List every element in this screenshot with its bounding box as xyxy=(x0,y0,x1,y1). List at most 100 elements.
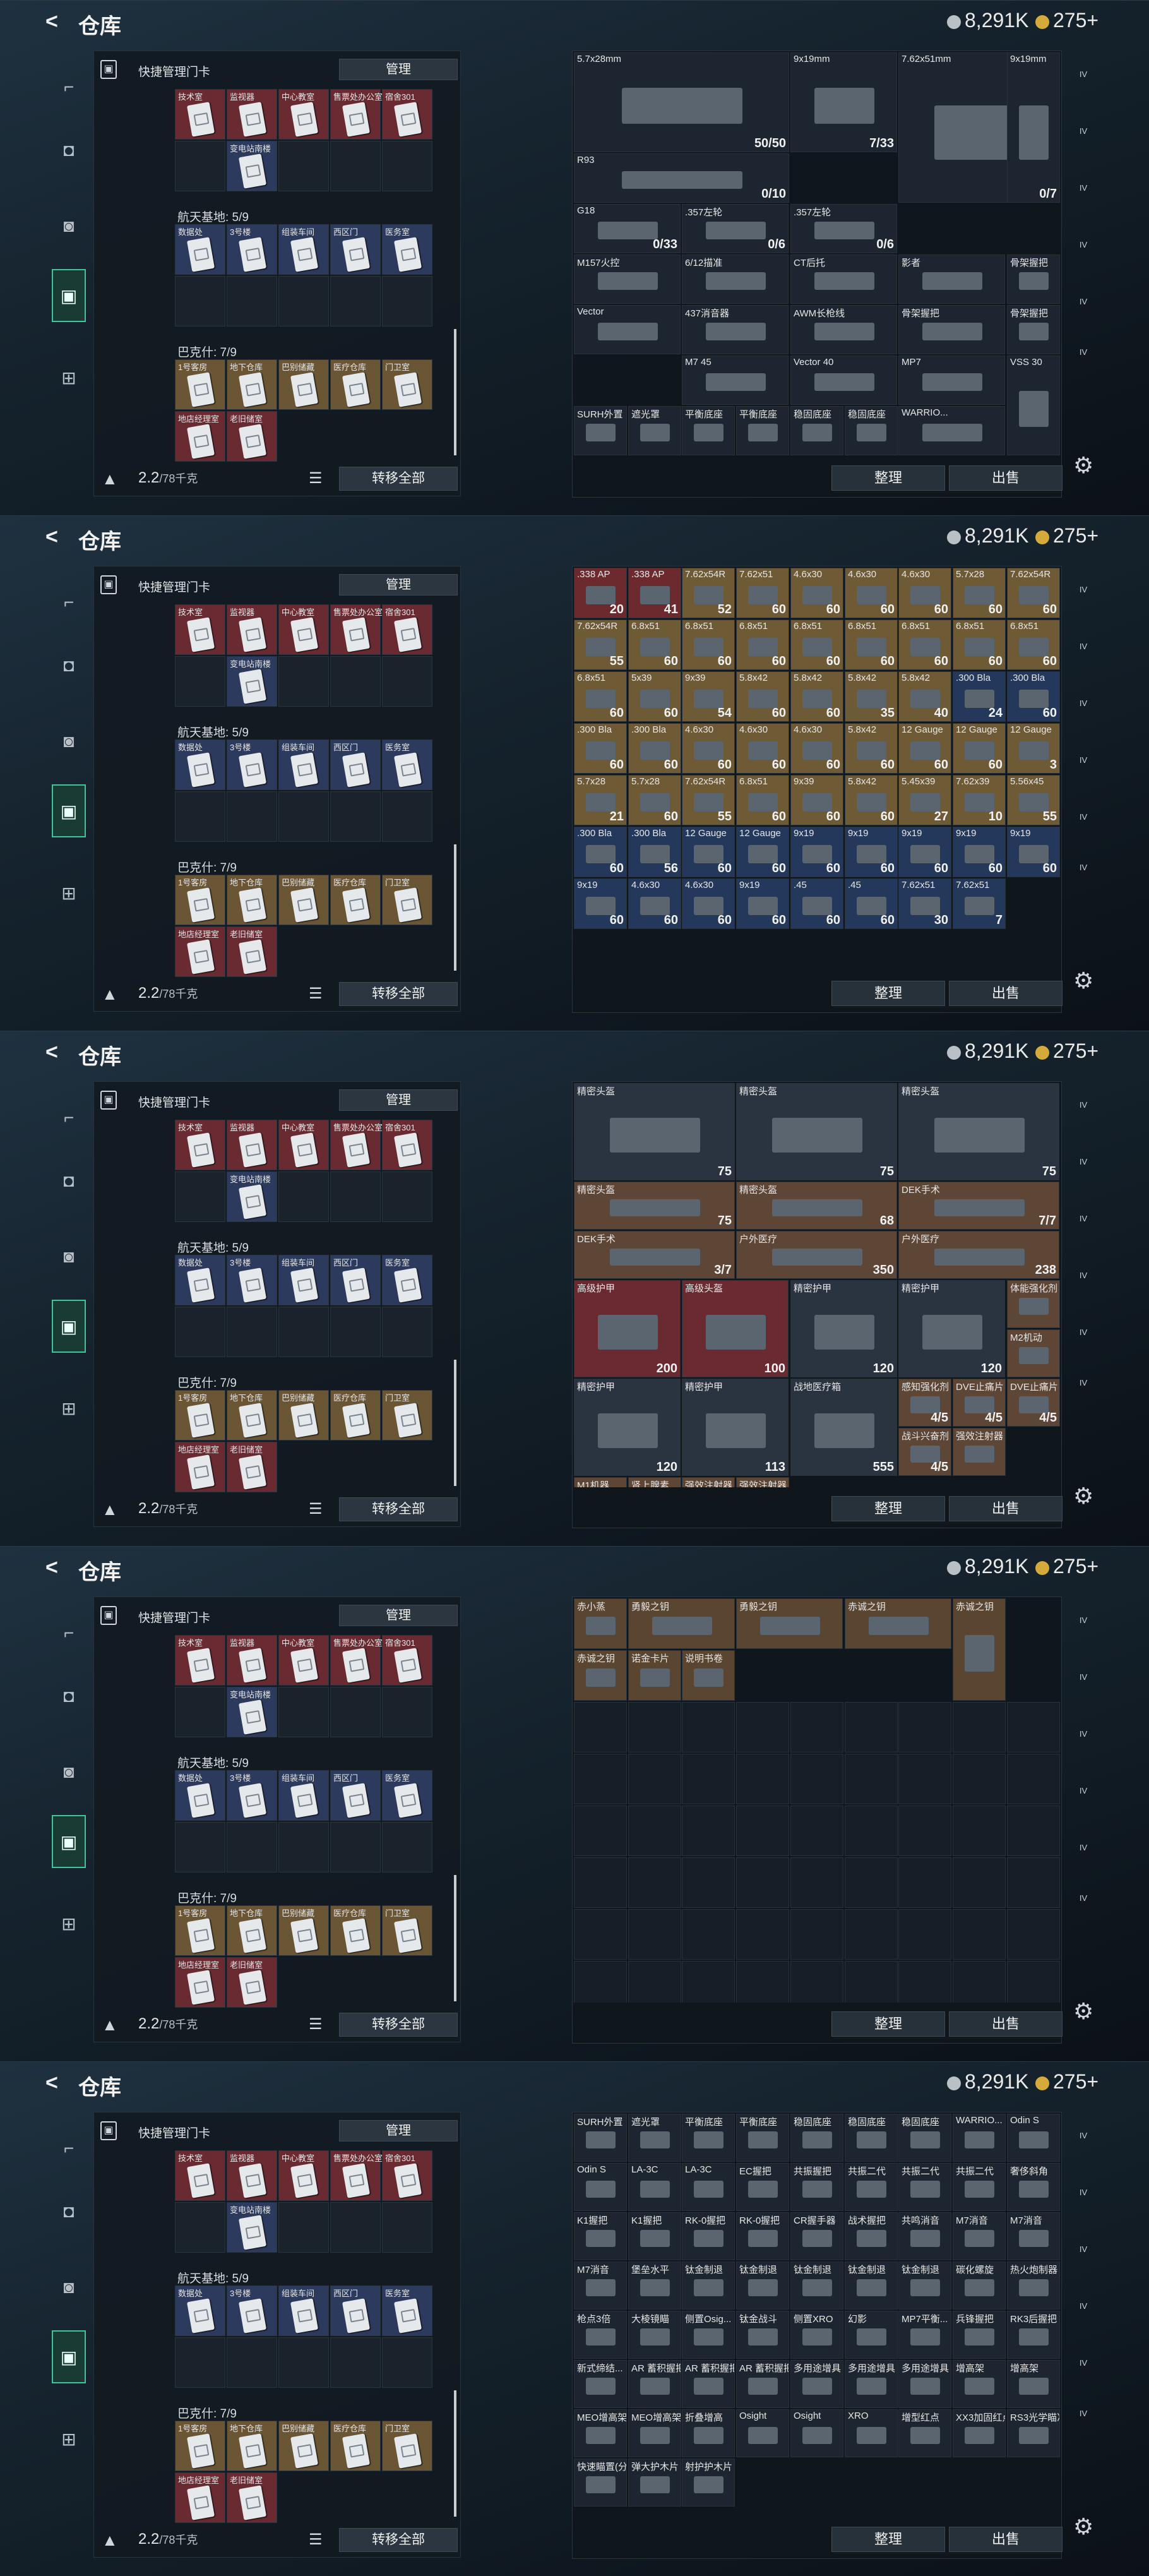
attachment-item[interactable]: 弹大护木片 xyxy=(628,2459,681,2507)
container-tab[interactable]: IV xyxy=(1066,1786,1101,1831)
attachment-item[interactable]: 钛金制退 xyxy=(790,2261,843,2309)
lock-icon[interactable]: ▲ xyxy=(102,1500,118,1519)
keycard-slot[interactable]: 宿舍301 xyxy=(382,2150,432,2201)
ammo-item[interactable]: 5.8x42 40 xyxy=(898,671,951,722)
container-tab[interactable]: IV xyxy=(1066,240,1101,285)
container-tab[interactable]: IV xyxy=(1066,642,1101,687)
attachment-item[interactable]: 大棱镜瞄 xyxy=(628,2311,681,2359)
ammo-item[interactable]: 6.8x51 60 xyxy=(790,620,843,670)
ammo-item[interactable]: 5.8x42 60 xyxy=(845,723,898,774)
weapon-item[interactable]: .357左轮 0/6 xyxy=(790,204,897,253)
weapon-item[interactable]: 5.7x28mm 50/50 xyxy=(574,52,789,152)
weapon-item[interactable]: 6/12描准 xyxy=(682,255,789,304)
attachment-item[interactable]: 幻影 xyxy=(845,2311,898,2359)
lock-icon[interactable]: ▲ xyxy=(102,985,118,1004)
gear-item[interactable]: M1机器 xyxy=(574,1477,627,1487)
keycard-slot[interactable]: 中心教室 xyxy=(278,604,329,655)
sell-button[interactable]: 出售 xyxy=(949,2011,1063,2037)
list-icon[interactable]: ☰ xyxy=(309,2015,323,2034)
gear-item[interactable]: M2机动 xyxy=(1007,1329,1060,1377)
keycard-slot[interactable]: 医疗仓库 xyxy=(330,1905,381,1956)
keycard-slot[interactable]: 地下仓库 xyxy=(227,1905,277,1956)
gear-item[interactable]: 感知强化剂 4/5 xyxy=(898,1379,951,1427)
attachment-item[interactable]: MEO增高架 xyxy=(574,2409,627,2457)
attachment-item[interactable]: M7消音 xyxy=(1007,2212,1060,2260)
attachment-item[interactable]: 稳固底座 xyxy=(845,2114,898,2162)
keycard-slot[interactable]: 老旧储室 xyxy=(227,2472,277,2523)
toolbox-icon[interactable]: ⊞ xyxy=(52,2412,86,2465)
sell-button[interactable]: 出售 xyxy=(949,465,1063,491)
ammo-item[interactable]: .300 Bla 60 xyxy=(574,827,627,877)
ammo-item[interactable]: 5.8x42 60 xyxy=(845,775,898,825)
lock-icon[interactable]: ▲ xyxy=(102,469,118,489)
keycard-slot[interactable]: 地店经理室 xyxy=(175,926,225,977)
weapon-item[interactable]: VSS 30 xyxy=(1007,356,1060,455)
ammo-item[interactable]: 6.8x51 60 xyxy=(682,620,735,670)
attachment-item[interactable]: 射护护木片 xyxy=(682,2459,735,2507)
attachment-item[interactable]: 共振握把 xyxy=(790,2163,843,2211)
attachment-item[interactable]: 钛金战斗 xyxy=(736,2311,789,2359)
scrollbar-thumb[interactable] xyxy=(454,329,456,455)
container-tab[interactable]: IV xyxy=(1066,1729,1101,1775)
weapon-item[interactable]: 遮光罩 xyxy=(628,406,681,455)
gear-item[interactable]: 精密护甲 120 xyxy=(790,1280,897,1377)
key-item[interactable]: 勇毅之钥 xyxy=(628,1598,735,1649)
helmet-icon[interactable]: ◘ xyxy=(52,124,86,177)
attachment-item[interactable]: 钛金制退 xyxy=(736,2261,789,2309)
ammo-item[interactable]: 4.6x30 60 xyxy=(682,723,735,774)
ammo-item[interactable]: 5.45x39 27 xyxy=(898,775,951,825)
settings-gear-icon[interactable]: ⚙ xyxy=(1073,967,1093,994)
keycard-slot[interactable]: 门卫室 xyxy=(382,2421,432,2471)
keycard-slot[interactable]: 门卫室 xyxy=(382,359,432,410)
list-icon[interactable]: ☰ xyxy=(309,469,323,488)
ammo-item[interactable]: .300 Bla 60 xyxy=(628,723,681,774)
bag-icon[interactable]: ◙ xyxy=(52,715,86,768)
attachment-item[interactable]: 堡垒水平 xyxy=(628,2261,681,2309)
container-tab[interactable]: IV xyxy=(1066,1893,1101,1939)
ammo-item[interactable]: 7.62x51 60 xyxy=(736,568,789,618)
toolbox-icon[interactable]: ⊞ xyxy=(52,866,86,920)
ammo-item[interactable]: 9x19 60 xyxy=(790,827,843,877)
keycard-slot[interactable]: 3号楼 xyxy=(227,2285,277,2336)
container-tab[interactable]: IV xyxy=(1066,812,1101,858)
keycard-slot[interactable]: 巴别储藏 xyxy=(278,2421,329,2471)
back-arrow-icon[interactable]: < xyxy=(45,1557,67,1578)
weapon-item[interactable]: M7 45 xyxy=(682,356,789,405)
attachment-item[interactable]: XX3加固红点 xyxy=(953,2409,1006,2457)
weapon-item[interactable]: 平衡底座 xyxy=(736,406,789,455)
ammo-item[interactable]: 9x19 60 xyxy=(845,827,898,877)
keycard-slot[interactable]: 3号楼 xyxy=(227,224,277,275)
ammo-item[interactable]: .300 Bla 24 xyxy=(953,671,1006,722)
ammo-item[interactable]: 12 Gauge 60 xyxy=(682,827,735,877)
attachment-item[interactable]: RK-0握把 xyxy=(682,2212,735,2260)
attachment-item[interactable]: RK3后握把 xyxy=(1007,2311,1060,2359)
keycard-slot[interactable]: 监视器 xyxy=(227,1120,277,1170)
keycard-slot[interactable]: 组装车间 xyxy=(278,740,329,790)
gear-item[interactable]: 体能强化剂 xyxy=(1007,1280,1060,1328)
keycard-slot[interactable]: 1号客房 xyxy=(175,359,225,410)
gold-balance[interactable]: 275+ xyxy=(1035,9,1098,32)
keycard-slot[interactable]: 技术室 xyxy=(175,89,225,140)
ammo-item[interactable]: 5.8x42 60 xyxy=(790,671,843,722)
key-item[interactable]: 赤诚之钥 xyxy=(845,1598,951,1649)
attachment-item[interactable]: AR 蓄积握把 xyxy=(682,2360,735,2408)
attachment-item[interactable]: LA-3C xyxy=(628,2163,681,2211)
gear-item[interactable]: 精密护甲 120 xyxy=(574,1379,681,1476)
attachment-item[interactable]: 共鸣消音 xyxy=(898,2212,951,2260)
keycard-slot[interactable]: 1号客房 xyxy=(175,1905,225,1956)
back-arrow-icon[interactable]: < xyxy=(45,11,67,32)
ammo-item[interactable]: 6.8x51 60 xyxy=(736,775,789,825)
keycard-icon[interactable]: ▣ xyxy=(52,1815,86,1868)
container-tab[interactable]: IV xyxy=(1066,1214,1101,1259)
bag-icon[interactable]: ◙ xyxy=(52,200,86,253)
attachment-item[interactable]: 奢侈斜角 xyxy=(1007,2163,1060,2211)
keycard-slot[interactable]: 变电站南楼 xyxy=(227,2202,277,2253)
keycard-slot[interactable]: 技术室 xyxy=(175,1635,225,1686)
settings-gear-icon[interactable]: ⚙ xyxy=(1073,1998,1093,2025)
attachment-item[interactable]: 折叠增高 xyxy=(682,2409,735,2457)
settings-gear-icon[interactable]: ⚙ xyxy=(1073,1483,1093,1509)
keycard-slot[interactable]: 监视器 xyxy=(227,89,277,140)
keycard-slot[interactable]: 门卫室 xyxy=(382,1905,432,1956)
ammo-item[interactable]: 7.62x54R 55 xyxy=(682,775,735,825)
attachment-item[interactable]: 多用途增具 xyxy=(845,2360,898,2408)
